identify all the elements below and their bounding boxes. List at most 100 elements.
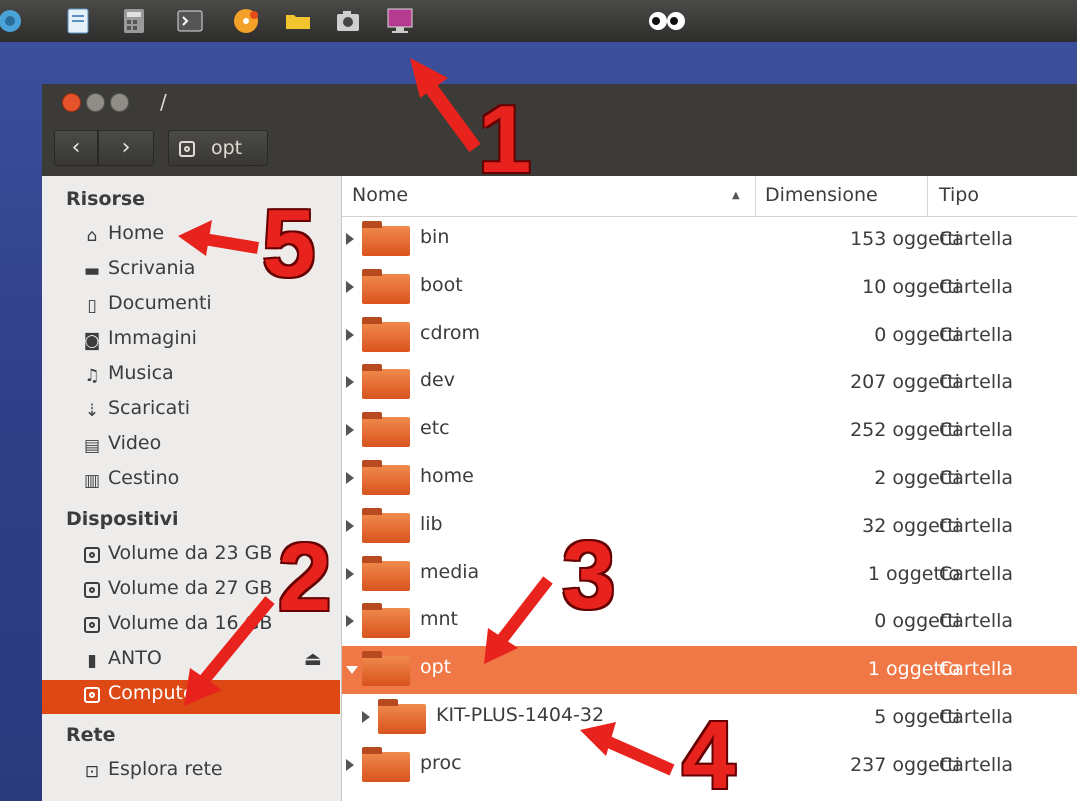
forward-button[interactable]: › [98,130,154,166]
expander-closed-icon[interactable] [346,376,354,389]
column-separator[interactable] [755,176,756,216]
folder-icon [362,460,410,495]
expander-closed-icon[interactable] [346,472,354,484]
file-type: Cartella [939,706,1014,728]
table-row[interactable]: bin 153 oggetti Cartella [342,216,1077,264]
expander-closed-icon[interactable] [346,758,354,771]
sidebar-item-musica[interactable]: ♫ Musica [42,360,340,394]
folder-icon [378,699,426,734]
sidebar-item-label: Volume da 23 GB [108,542,273,564]
eyes-icon [648,7,685,35]
folder-icon [362,221,410,256]
file-name: boot [420,273,463,296]
window-title: / [160,90,167,114]
expander-closed-icon[interactable] [362,711,370,723]
file-name: bin [420,226,450,248]
window-titlebar[interactable]: / [42,84,1077,120]
sidebar-item-video[interactable]: ▤ Video [42,430,340,464]
minimize-window-button[interactable] [86,93,105,112]
table-row[interactable]: media 1 oggetto Cartella [342,551,1077,599]
folder-icon [362,603,410,639]
file-manager-window: / ‹ › opt Risorse ⌂ Home ▬ Scrivania ▯ Documen… [42,84,1077,801]
drive-icon [82,685,102,707]
home-icon: ⌂ [86,226,98,246]
column-separator[interactable] [927,176,928,216]
drive-icon [82,580,102,602]
terminal-icon[interactable] [176,7,204,35]
expander-closed-icon[interactable] [346,328,354,341]
sidebar-item-label: Video [108,432,162,454]
table-row[interactable]: etc 252 oggetti Cartella [342,407,1077,455]
text-editor-icon[interactable] [64,7,92,35]
file-name: home [420,465,474,487]
sidebar-item-immagini[interactable]: ◙ Immagini [42,325,340,359]
expander-closed-icon[interactable] [346,615,354,628]
monitor-icon[interactable] [386,7,414,35]
file-name: KIT-PLUS-1404-32 [436,704,605,726]
film-icon: ▤ [83,436,101,456]
annotation-number-3: 3 [562,522,616,629]
table-row[interactable]: lib 32 oggetti Cartella [342,503,1077,551]
sidebar-section-title: Rete [66,724,116,746]
camera-icon[interactable] [334,7,362,35]
column-header-size[interactable]: Dimensione [765,184,878,206]
sidebar-item-computer[interactable]: Computer [42,680,340,714]
desktop-folder-icon: ▬ [83,261,101,281]
toolbar: ‹ › opt [42,120,1077,176]
folder-icon[interactable] [284,7,312,35]
table-row[interactable]: cdrom 0 oggetti Cartella [342,312,1077,360]
sidebar-item-cestino[interactable]: ▥ Cestino [42,465,340,499]
file-type: Cartella [939,514,1014,537]
close-window-button[interactable] [62,93,81,112]
annotation-number-2: 2 [278,524,332,631]
ubuntu-logo-icon[interactable] [0,7,28,35]
usb-icon: ▮ [87,651,97,671]
file-name: proc [420,751,462,774]
file-name: media [420,560,480,583]
file-type: Cartella [939,467,1014,489]
calculator-icon[interactable] [120,7,148,35]
folder-icon [362,746,410,782]
expander-closed-icon[interactable] [346,424,354,437]
table-row[interactable]: opt 1 oggetto Cartella [342,646,1077,695]
expander-closed-icon[interactable] [346,519,354,532]
path-bar-label: opt [211,137,243,159]
folder-icon [362,316,410,352]
sidebar-section-title: Dispositivi [66,508,179,530]
list-header: Nome ▲ Dimensione Tipo [342,176,1077,217]
table-row[interactable]: boot 10 oggetti Cartella [342,264,1077,312]
table-row[interactable]: dev 207 oggetti Cartella [342,359,1077,407]
table-row[interactable]: home 2 oggetti Cartella [342,455,1077,503]
sort-ascending-icon: ▲ [732,190,740,201]
table-row[interactable]: mnt 0 oggetti Cartella [342,598,1077,646]
expander-closed-icon[interactable] [346,567,354,580]
path-bar-button[interactable]: opt [168,130,268,166]
expander-open-icon[interactable] [346,666,358,675]
folder-icon [362,364,410,400]
file-type: Cartella [939,419,1014,442]
drive-icon [179,139,195,159]
expander-closed-icon[interactable] [346,280,354,293]
file-name: cdrom [420,321,481,344]
column-header-type[interactable]: Tipo [939,184,979,206]
sidebar-item-esplora-rete[interactable]: ⊡ Esplora rete [42,756,340,790]
column-header-name[interactable]: Nome [352,184,408,206]
cd-burner-icon[interactable] [232,7,260,35]
folder-icon [362,268,410,304]
back-button[interactable]: ‹ [54,130,98,166]
file-name: lib [420,512,443,535]
drive-icon [82,615,102,637]
annotation-number-4: 4 [682,702,736,809]
maximize-window-button[interactable] [110,93,129,112]
sidebar-item-label: Home [108,222,165,244]
file-name: opt [420,656,452,679]
file-type: Cartella [939,323,1014,346]
sidebar-item-scaricati[interactable]: ⇣ Scaricati [42,395,340,429]
download-icon: ⇣ [84,401,100,421]
file-type: Cartella [939,371,1014,394]
file-type: Cartella [939,658,1014,681]
sidebar-item-anto[interactable]: ▮ ANTO ⏏ [42,645,340,679]
expander-closed-icon[interactable] [346,233,354,245]
eject-icon[interactable]: ⏏ [304,648,322,670]
sidebar-item-label: Cestino [108,467,180,489]
